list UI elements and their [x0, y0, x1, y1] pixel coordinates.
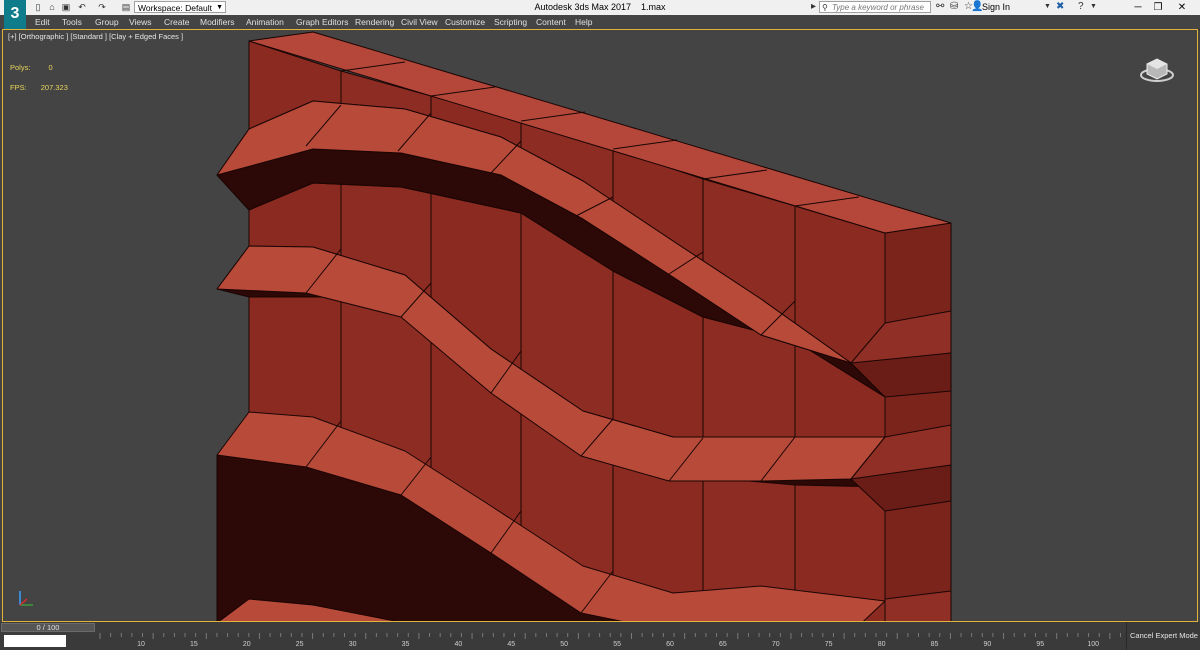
tick-label: 80	[877, 641, 886, 648]
menu-civil-view[interactable]: Civil View	[401, 16, 438, 28]
wall-end-face	[884, 222, 952, 621]
search-icon: ⚲	[822, 3, 828, 12]
new-file-icon[interactable]: ▯	[32, 2, 44, 13]
chevron-down-icon: ▼	[216, 4, 223, 11]
tick-label: 25	[295, 641, 304, 648]
tick-label: 85	[930, 641, 939, 648]
viewcube-icon[interactable]	[1139, 54, 1175, 84]
redo-icon[interactable]: ↷	[96, 2, 108, 13]
subscription-icon[interactable]: ⛁	[950, 1, 958, 13]
maxscript-listener-area	[0, 633, 96, 650]
tick-label: 70	[771, 641, 780, 648]
tick-label: 60	[666, 641, 674, 648]
tick-label: 65	[718, 641, 727, 648]
menu-graph-editors[interactable]: Graph Editors	[296, 16, 348, 28]
menu-tools[interactable]: Tools	[62, 16, 82, 28]
cancel-expert-mode-button[interactable]: Cancel Expert Mode	[1126, 622, 1200, 650]
tick-label: 95	[1036, 641, 1045, 648]
menu-scripting[interactable]: Scripting	[494, 16, 527, 28]
project-folder-icon[interactable]: ▤	[120, 2, 132, 13]
undo-icon[interactable]: ↶	[76, 2, 88, 13]
mesh-wall-render[interactable]	[2, 29, 1198, 622]
tick-label: 35	[401, 641, 410, 648]
menu-modifiers[interactable]: Modifiers	[200, 16, 234, 28]
viewport-label-menu[interactable]: [+] [Orthographic ] [Standard ] [Clay + …	[8, 32, 183, 41]
perspective-viewport[interactable]: [+] [Orthographic ] [Standard ] [Clay + …	[2, 29, 1198, 622]
title-bar: 3 ▯ ⌂ ▣ ↶ ↷ ▤ Workspace: Default ▼ Autod…	[0, 0, 1200, 29]
tick-label: 90	[983, 641, 992, 648]
menu-create[interactable]: Create	[164, 16, 190, 28]
search-input[interactable]: ⚲ Type a keyword or phrase	[819, 1, 931, 13]
open-file-icon[interactable]: ⌂	[46, 2, 58, 13]
menu-help[interactable]: Help	[575, 16, 592, 28]
menu-views[interactable]: Views	[129, 16, 152, 28]
tick-label: 75	[824, 641, 833, 648]
tick-label: 10	[137, 641, 145, 648]
time-slider-handle[interactable]: 0 / 100	[1, 623, 95, 632]
file-name: 1.max	[641, 2, 666, 12]
wall-face	[702, 178, 796, 621]
menu-animation[interactable]: Animation	[246, 16, 284, 28]
chevron-down-icon[interactable]: ▼	[1044, 1, 1051, 13]
polys-label: Polys:	[10, 63, 31, 72]
menu-edit[interactable]: Edit	[35, 16, 50, 28]
tick-label: 40	[454, 641, 463, 648]
fps-label: FPS:	[10, 83, 27, 92]
tick-label: 50	[560, 641, 569, 648]
sign-in-button[interactable]: Sign In	[982, 1, 1010, 13]
tick-label: 55	[613, 641, 621, 648]
app-logo-icon[interactable]: 3	[4, 0, 26, 29]
fps-value: 207.323	[40, 83, 68, 92]
save-file-icon[interactable]: ▣	[60, 2, 72, 13]
time-slider[interactable]: 0 / 100	[0, 622, 1200, 633]
menu-group[interactable]: Group	[95, 16, 119, 28]
app-title: Autodesk 3ds Max 2017	[534, 2, 632, 12]
exchange-apps-icon[interactable]: ✖	[1056, 1, 1064, 13]
tick-label: 15	[189, 641, 198, 648]
tick-label: 20	[242, 641, 251, 648]
menu-rendering[interactable]: Rendering	[355, 16, 394, 28]
help-icon[interactable]: ?	[1078, 1, 1084, 13]
infocenter-arrow-icon[interactable]: ▸	[811, 1, 816, 13]
menu-customize[interactable]: Customize	[445, 16, 485, 28]
menu-content[interactable]: Content	[536, 16, 566, 28]
close-button[interactable]: ✕	[1162, 0, 1200, 15]
fps-stat: FPS: 207.323	[10, 83, 68, 92]
polys-stat: Polys: 0	[10, 63, 53, 72]
workspace-dropdown[interactable]: Workspace: Default ▼	[134, 1, 226, 13]
workspace-label: Workspace: Default	[138, 3, 213, 13]
tick-label: 100	[1087, 641, 1100, 648]
search-placeholder: Type a keyword or phrase	[832, 3, 924, 12]
tick-label: 30	[348, 641, 357, 648]
maxscript-mini-listener[interactable]	[4, 635, 66, 647]
axis-gizmo-icon	[19, 591, 33, 606]
chevron-down-icon[interactable]: ▼	[1090, 1, 1097, 13]
track-bar[interactable]: 10 15 20 25 30 35 40 45 50 55 60 65 70 75 80 85 90 95 100	[96, 633, 1126, 650]
menu-bar: Edit Tools Group Views Create Modifiers …	[0, 15, 1200, 30]
polys-value: 0	[48, 63, 53, 72]
tick-label: 45	[507, 641, 516, 648]
binoculars-icon[interactable]: ⚯	[936, 1, 944, 13]
wall-face	[794, 205, 886, 621]
